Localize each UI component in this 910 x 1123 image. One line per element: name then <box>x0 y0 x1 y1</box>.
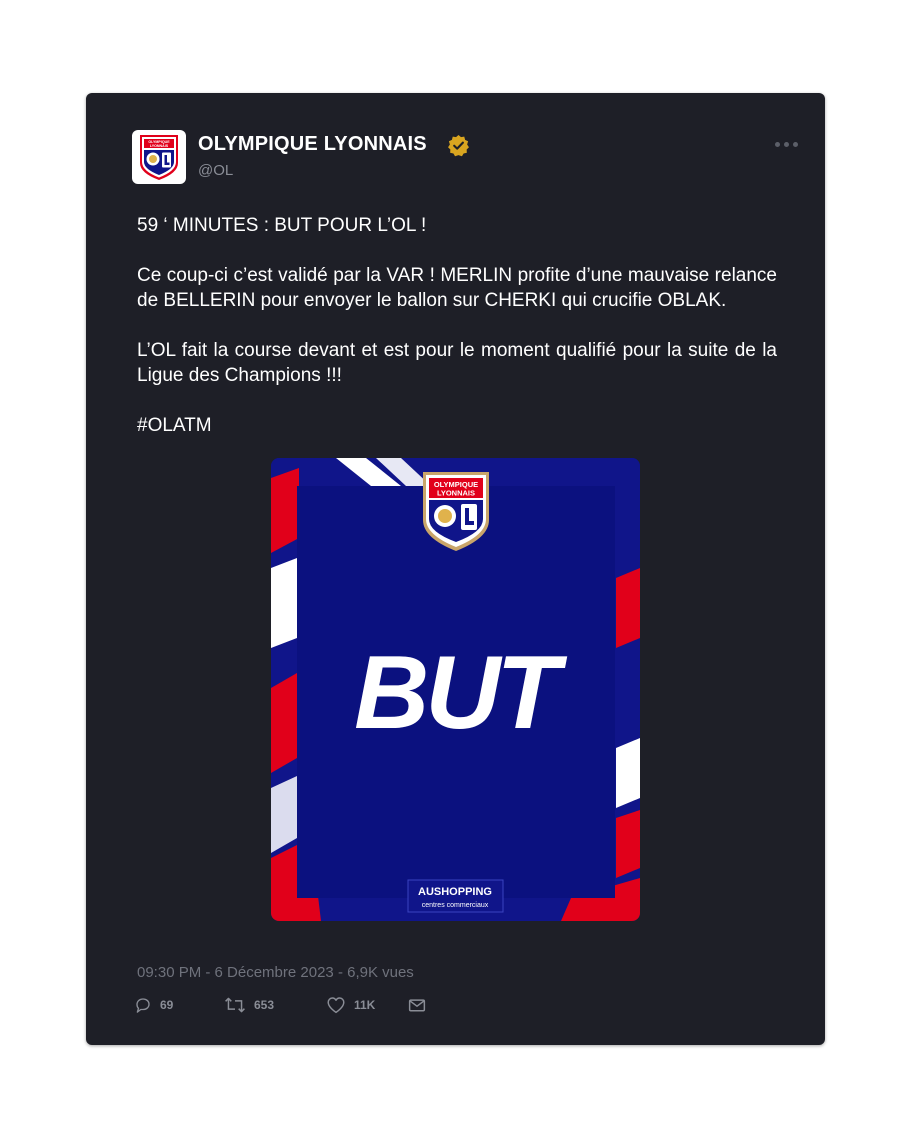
share-icon <box>408 999 426 1012</box>
tweet-paragraph-2: L’OL fait la course devant et est pour l… <box>137 340 777 386</box>
media-headline: BUT <box>354 635 567 751</box>
sponsor-name: AUSHOPPING <box>418 886 492 898</box>
like-button[interactable]: 11K <box>326 996 408 1014</box>
like-icon <box>327 997 345 1014</box>
avatar[interactable]: OLYMPIQUE LYONNAIS <box>132 130 186 184</box>
svg-text:LYONNAIS: LYONNAIS <box>437 489 475 498</box>
like-count: 11K <box>354 998 376 1012</box>
tweet-media[interactable]: OLYMPIQUE LYONNAIS BUT AUSHOPPING centre… <box>271 458 640 921</box>
reply-button[interactable]: 69 <box>134 996 224 1014</box>
action-bar: 69 653 11K <box>134 996 426 1014</box>
account-handle[interactable]: @OL <box>198 162 233 179</box>
sponsor-subtitle: centres commerciaux <box>422 902 489 909</box>
tweet-meta: 09:30 PM - 6 Décembre 2023 - 6,9K vues <box>137 964 414 981</box>
tweet-text: 59 ‘ MINUTES : BUT POUR L’OL ! Ce coup-c… <box>137 213 777 438</box>
verified-badge-icon <box>448 134 469 157</box>
more-icon[interactable] <box>775 142 798 147</box>
svg-text:LYONNAIS: LYONNAIS <box>150 144 169 148</box>
reply-icon <box>136 998 150 1013</box>
retweet-icon <box>225 997 245 1013</box>
account-name[interactable]: OLYMPIQUE LYONNAIS <box>198 133 427 156</box>
tweet-line-1: 59 ‘ MINUTES : BUT POUR L’OL ! <box>137 215 427 236</box>
tweet-paragraph-1: Ce coup-ci c’est validé par la VAR ! MER… <box>137 265 777 311</box>
tweet-hashtag[interactable]: #OLATM <box>137 413 777 438</box>
retweet-count: 653 <box>254 998 275 1012</box>
ol-crest-icon: OLYMPIQUE LYONNAIS <box>140 135 178 180</box>
tweet-card: OLYMPIQUE LYONNAIS OLYMPIQUE LYONNAIS @O… <box>86 93 825 1045</box>
media-graphic: OLYMPIQUE LYONNAIS BUT AUSHOPPING centre… <box>271 458 640 921</box>
share-button[interactable] <box>408 997 426 1013</box>
retweet-button[interactable]: 653 <box>224 996 326 1014</box>
reply-count: 69 <box>160 998 174 1012</box>
